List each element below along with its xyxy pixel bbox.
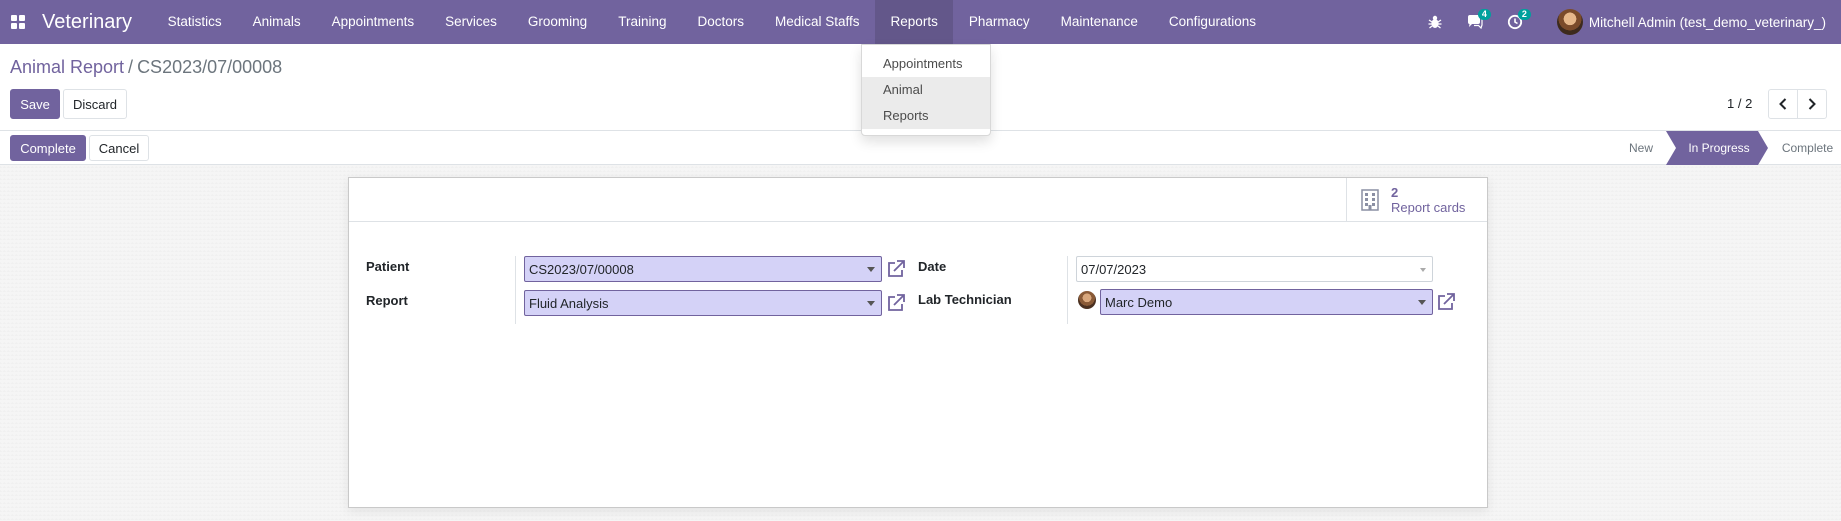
external-link-icon[interactable]	[886, 259, 906, 279]
date-value: 07/07/2023	[1081, 261, 1147, 277]
date-field[interactable]: 07/07/2023	[1076, 256, 1433, 282]
menu-item-training[interactable]: Training	[603, 0, 682, 44]
stage-complete[interactable]: Complete	[1768, 131, 1841, 165]
chevron-right-icon	[1808, 98, 1816, 110]
cancel-button[interactable]: Cancel	[89, 135, 149, 161]
menu-item-services[interactable]: Services	[430, 0, 513, 44]
report-value: Fluid Analysis	[529, 295, 609, 311]
report-cards-label: Report cards	[1391, 200, 1466, 215]
menu-item-maintenance[interactable]: Maintenance	[1045, 0, 1153, 44]
report-field[interactable]: Fluid Analysis	[524, 290, 882, 316]
user-menu[interactable]: Mitchell Admin (test_demo_veterinary_)	[1535, 0, 1841, 44]
external-link-icon[interactable]	[1436, 292, 1456, 312]
pager-value[interactable]: 1 / 2	[1727, 96, 1752, 111]
breadcrumb: Animal Report / CS2023/07/00008	[10, 57, 282, 78]
pager-next-button[interactable]	[1797, 89, 1827, 119]
apps-grid-icon[interactable]	[0, 0, 36, 44]
save-button[interactable]: Save	[10, 89, 60, 119]
menu-item-animals[interactable]: Animals	[237, 0, 316, 44]
lab-technician-value: Marc Demo	[1105, 294, 1173, 310]
report-cards-count: 2	[1391, 185, 1399, 200]
discard-button[interactable]: Discard	[63, 89, 127, 119]
lab-technician-field[interactable]: Marc Demo	[1100, 289, 1433, 315]
messages-badge: 4	[1477, 9, 1491, 20]
report-cards-text: 2 Report cards	[1391, 185, 1465, 215]
avatar	[1078, 291, 1096, 309]
lab-technician-label: Lab Technician	[918, 292, 1012, 307]
main-menu: Statistics Animals Appointments Services…	[152, 0, 1271, 44]
menu-item-reports[interactable]: Reports	[875, 0, 954, 44]
chevron-down-icon[interactable]	[1418, 300, 1426, 305]
report-label: Report	[366, 293, 408, 308]
menu-item-grooming[interactable]: Grooming	[512, 0, 602, 44]
menu-item-configurations[interactable]: Configurations	[1153, 0, 1271, 44]
stage-pipeline: New In Progress Complete	[1616, 131, 1841, 165]
button-box: 2 Report cards	[349, 178, 1487, 222]
patient-label: Patient	[366, 259, 410, 274]
report-cards-button[interactable]: 2 Report cards	[1346, 178, 1487, 222]
chevron-down-icon[interactable]	[867, 301, 875, 306]
stage-in-progress[interactable]: In Progress	[1666, 131, 1768, 165]
breadcrumb-separator: /	[128, 57, 134, 77]
left-group-separator	[515, 256, 516, 324]
breadcrumb-parent[interactable]: Animal Report	[10, 57, 124, 77]
stage-new[interactable]: New	[1616, 131, 1666, 165]
building-icon	[1361, 189, 1379, 211]
menu-item-doctors[interactable]: Doctors	[682, 0, 760, 44]
right-group-separator	[1067, 256, 1068, 324]
patient-field[interactable]: CS2023/07/00008	[524, 256, 882, 282]
chevron-down-icon[interactable]	[1420, 268, 1426, 272]
dropdown-item-animal-reports[interactable]: Animal Reports	[862, 77, 990, 129]
main-navbar: Veterinary Statistics Animals Appointmen…	[0, 0, 1841, 44]
menu-item-medical-staffs[interactable]: Medical Staffs	[760, 0, 876, 44]
bug-icon[interactable]	[1415, 0, 1455, 44]
menu-item-statistics[interactable]: Statistics	[152, 0, 237, 44]
clock-icon[interactable]: 2	[1495, 0, 1535, 44]
external-link-icon[interactable]	[886, 293, 906, 313]
menu-item-pharmacy[interactable]: Pharmacy	[953, 0, 1045, 44]
avatar	[1556, 9, 1583, 35]
systray: 4 2 Mitchell Admin (test_demo_veterinary…	[1415, 0, 1841, 44]
chevron-down-icon[interactable]	[867, 267, 875, 272]
activities-badge: 2	[1517, 9, 1531, 20]
chat-icon[interactable]: 4	[1455, 0, 1495, 44]
status-bar: Complete Cancel New In Progress Complete	[0, 131, 1841, 165]
dropdown-item-appointments[interactable]: Appointments	[862, 51, 990, 77]
form-sheet: 2 Report cards Patient Report CS2023/07/…	[348, 177, 1488, 508]
complete-button[interactable]: Complete	[10, 135, 86, 161]
pager-previous-button[interactable]	[1768, 89, 1798, 119]
stage-in-progress-label: In Progress	[1688, 141, 1750, 155]
reports-dropdown: Appointments Animal Reports	[861, 44, 991, 136]
menu-item-appointments[interactable]: Appointments	[316, 0, 430, 44]
patient-value: CS2023/07/00008	[529, 261, 634, 277]
app-brand[interactable]: Veterinary	[36, 0, 152, 44]
chevron-left-icon	[1779, 98, 1787, 110]
date-label: Date	[918, 259, 947, 274]
breadcrumb-current: CS2023/07/00008	[137, 57, 283, 77]
user-name: Mitchell Admin (test_demo_veterinary_)	[1588, 14, 1826, 30]
